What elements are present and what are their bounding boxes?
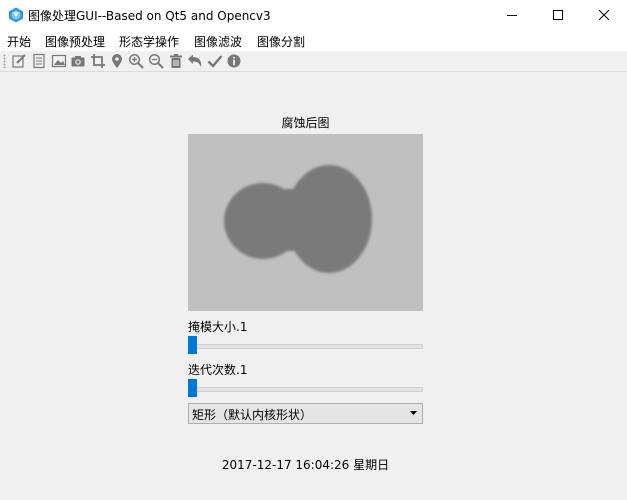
minimize-icon xyxy=(507,15,517,16)
chevron-down-icon xyxy=(410,411,417,415)
toolbar xyxy=(0,51,627,72)
document-icon[interactable] xyxy=(31,53,47,69)
menu-start[interactable]: 开始 xyxy=(7,33,31,50)
toolbar-grip[interactable] xyxy=(3,54,6,68)
menu-segmentation[interactable]: 图像分割 xyxy=(257,33,305,50)
zoom-out-icon[interactable] xyxy=(148,53,164,69)
info-icon[interactable] xyxy=(226,53,242,69)
crop-icon[interactable] xyxy=(90,53,106,69)
maximize-icon xyxy=(553,10,563,20)
checkmark-icon[interactable] xyxy=(207,53,223,69)
kernel-shape-select[interactable]: 矩形（默认内核形状） xyxy=(188,403,423,424)
image-icon[interactable] xyxy=(51,53,67,69)
maximize-button[interactable] xyxy=(535,0,581,30)
slider-groove xyxy=(188,387,423,392)
kernel-size-slider[interactable] xyxy=(188,336,423,354)
kernel-shape-value: 矩形（默认内核形状） xyxy=(192,408,313,422)
minimize-button[interactable] xyxy=(489,0,535,30)
menu-morphology[interactable]: 形态学操作 xyxy=(119,33,179,50)
slider-handle[interactable] xyxy=(188,379,197,397)
close-icon xyxy=(599,10,609,20)
zoom-in-icon[interactable] xyxy=(128,53,144,69)
menu-bar: 开始 图像预处理 形态学操作 图像滤波 图像分割 xyxy=(0,30,627,51)
menu-filtering[interactable]: 图像滤波 xyxy=(194,33,242,50)
eroded-image xyxy=(188,134,423,311)
image-title: 腐蚀后图 xyxy=(281,116,330,130)
app-icon xyxy=(8,7,24,23)
trash-icon[interactable] xyxy=(168,53,184,69)
close-button[interactable] xyxy=(581,0,627,30)
title-bar: 图像处理GUI--Based on Qt5 and Opencv3 xyxy=(0,0,627,30)
kernel-size-label: 掩模大小.1 xyxy=(188,320,248,334)
window-title: 图像处理GUI--Based on Qt5 and Opencv3 xyxy=(28,9,271,23)
location-pin-icon[interactable] xyxy=(109,53,125,69)
iterations-slider[interactable] xyxy=(188,379,423,397)
slider-groove xyxy=(188,344,423,349)
camera-icon[interactable] xyxy=(70,53,86,69)
undo-icon[interactable] xyxy=(187,53,203,69)
datetime-display: 2017-12-17 16:04:26 星期日 xyxy=(221,458,390,472)
menu-preprocessing[interactable]: 图像预处理 xyxy=(45,33,105,50)
iterations-label: 迭代次数.1 xyxy=(188,363,248,377)
slider-handle[interactable] xyxy=(188,336,197,354)
edit-icon[interactable] xyxy=(11,53,27,69)
